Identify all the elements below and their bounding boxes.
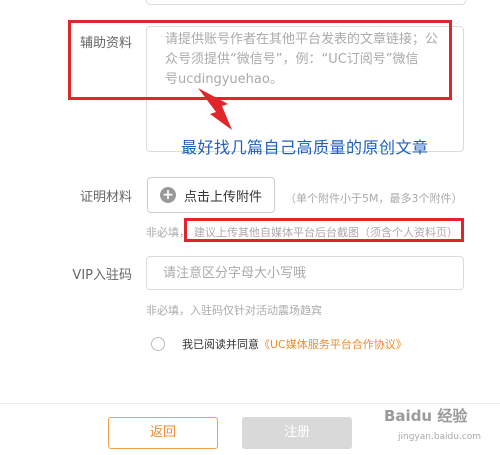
plus-icon: +: [160, 187, 176, 203]
annotation-highlight-box-2: [184, 218, 464, 242]
upload-button-label: 点击上传附件: [184, 189, 263, 205]
annotation-highlight-box: [68, 20, 452, 100]
upload-limit-hint: （单个附件小于5M，最多3个附件）: [285, 192, 463, 205]
previous-field-input[interactable]: [146, 0, 466, 5]
upload-attachment-button[interactable]: + 点击上传附件: [147, 177, 275, 213]
register-button[interactable]: 注册: [242, 417, 352, 449]
baidu-jingyan-watermark: Baidu 经验: [384, 407, 468, 425]
proof-label: 证明材料: [79, 190, 132, 205]
footer-divider: [0, 403, 500, 404]
back-button[interactable]: 返回: [108, 417, 218, 449]
agreement-text: 我已阅读并同意《UC媒体服务平台合作协议》: [182, 336, 407, 352]
agreement-radio[interactable]: [151, 337, 165, 351]
watermark-url: jingyan.baidu.com: [398, 432, 482, 442]
annotation-note: 最好找几篇自己高质量的原创文章: [181, 138, 429, 157]
agreement-prefix: 我已阅读并同意: [182, 338, 259, 351]
vip-code-label: VIP入驻码: [72, 268, 132, 283]
annotation-arrow-icon: [198, 88, 232, 130]
agreement-link[interactable]: 《UC媒体服务平台合作协议》: [259, 338, 407, 351]
vip-code-hint: 非必填，入驻码仅针对活动震场趋宾: [146, 304, 322, 317]
vip-code-input[interactable]: [146, 256, 464, 290]
